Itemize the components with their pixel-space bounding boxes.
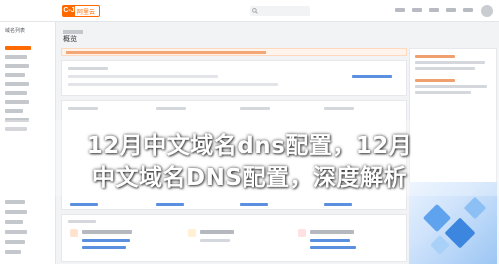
sidebar-item[interactable] [5, 250, 21, 254]
sidebar-item[interactable] [5, 91, 27, 95]
top-bar: C-J 阿里云 [0, 0, 499, 22]
sidebar-item-active[interactable] [5, 46, 31, 50]
stat-link[interactable] [240, 203, 268, 206]
guide-item-link[interactable] [82, 239, 130, 242]
stat-link[interactable] [156, 203, 184, 206]
promo-line [415, 79, 455, 82]
top-link-5[interactable] [463, 8, 473, 12]
stat-label [68, 107, 98, 110]
top-nav-links [395, 8, 473, 12]
user-avatar-icon[interactable] [481, 5, 493, 17]
guide-item-link[interactable] [82, 246, 126, 249]
sidebar-item[interactable] [5, 230, 27, 234]
top-link-4[interactable] [446, 8, 456, 12]
brand-logo[interactable]: C-J 阿里云 [62, 5, 100, 17]
sidebar-item[interactable] [5, 64, 29, 68]
cube-shape [463, 196, 487, 220]
sidebar-item[interactable] [5, 200, 25, 204]
guide-icon [70, 229, 78, 237]
promo-line [415, 61, 485, 64]
stat-label [240, 107, 270, 110]
guide-icon [188, 229, 196, 237]
promo-line [415, 85, 487, 88]
card-row [68, 75, 218, 78]
cube-shape [422, 203, 452, 233]
page-title: 概览 [63, 36, 77, 43]
search-icon [252, 8, 258, 14]
sidebar-item[interactable] [5, 73, 25, 77]
sidebar-item[interactable] [5, 220, 23, 224]
sidebar-item[interactable] [5, 55, 27, 59]
promo-line [415, 91, 471, 94]
top-link-3[interactable] [429, 8, 439, 12]
guide-item-link[interactable] [310, 239, 350, 242]
headline-line-1: 12月中文域名dns配置，12月 [86, 133, 413, 159]
headline-line-2: 中文域名DNS配置，深度解析 [92, 165, 407, 191]
cube-shape [430, 235, 450, 255]
sidebar-item[interactable] [5, 210, 27, 214]
logo-text: 阿里云 [77, 9, 96, 16]
guide-item-title [82, 230, 132, 234]
card-link[interactable] [352, 75, 392, 78]
guide-item-title [200, 230, 234, 234]
notice-banner [61, 48, 407, 56]
sidebar-item[interactable] [5, 100, 29, 104]
guide-icon [298, 229, 306, 237]
guide-item-link[interactable] [310, 246, 356, 249]
guide-header [68, 220, 96, 223]
promo-line [415, 67, 475, 70]
sidebar-item[interactable] [5, 109, 23, 113]
notice-text [66, 51, 266, 54]
top-link-1[interactable] [395, 8, 405, 12]
sidebar-item[interactable] [5, 240, 25, 244]
stat-label [156, 107, 186, 110]
promo-line [415, 55, 455, 58]
sidebar-item[interactable] [5, 82, 29, 86]
card-row [68, 83, 278, 86]
stat-label [324, 107, 354, 110]
stat-link[interactable] [70, 203, 98, 206]
logo-mark: C-J [63, 6, 75, 16]
search-input[interactable] [250, 6, 310, 16]
card-header [68, 67, 108, 70]
guide-item-title [310, 230, 354, 234]
top-link-2[interactable] [412, 8, 422, 12]
guide-card [61, 214, 407, 262]
overview-card [61, 60, 407, 96]
stat-link[interactable] [324, 203, 352, 206]
sidebar-title: 域名列表 [5, 28, 26, 34]
guide-item-desc [200, 239, 230, 242]
